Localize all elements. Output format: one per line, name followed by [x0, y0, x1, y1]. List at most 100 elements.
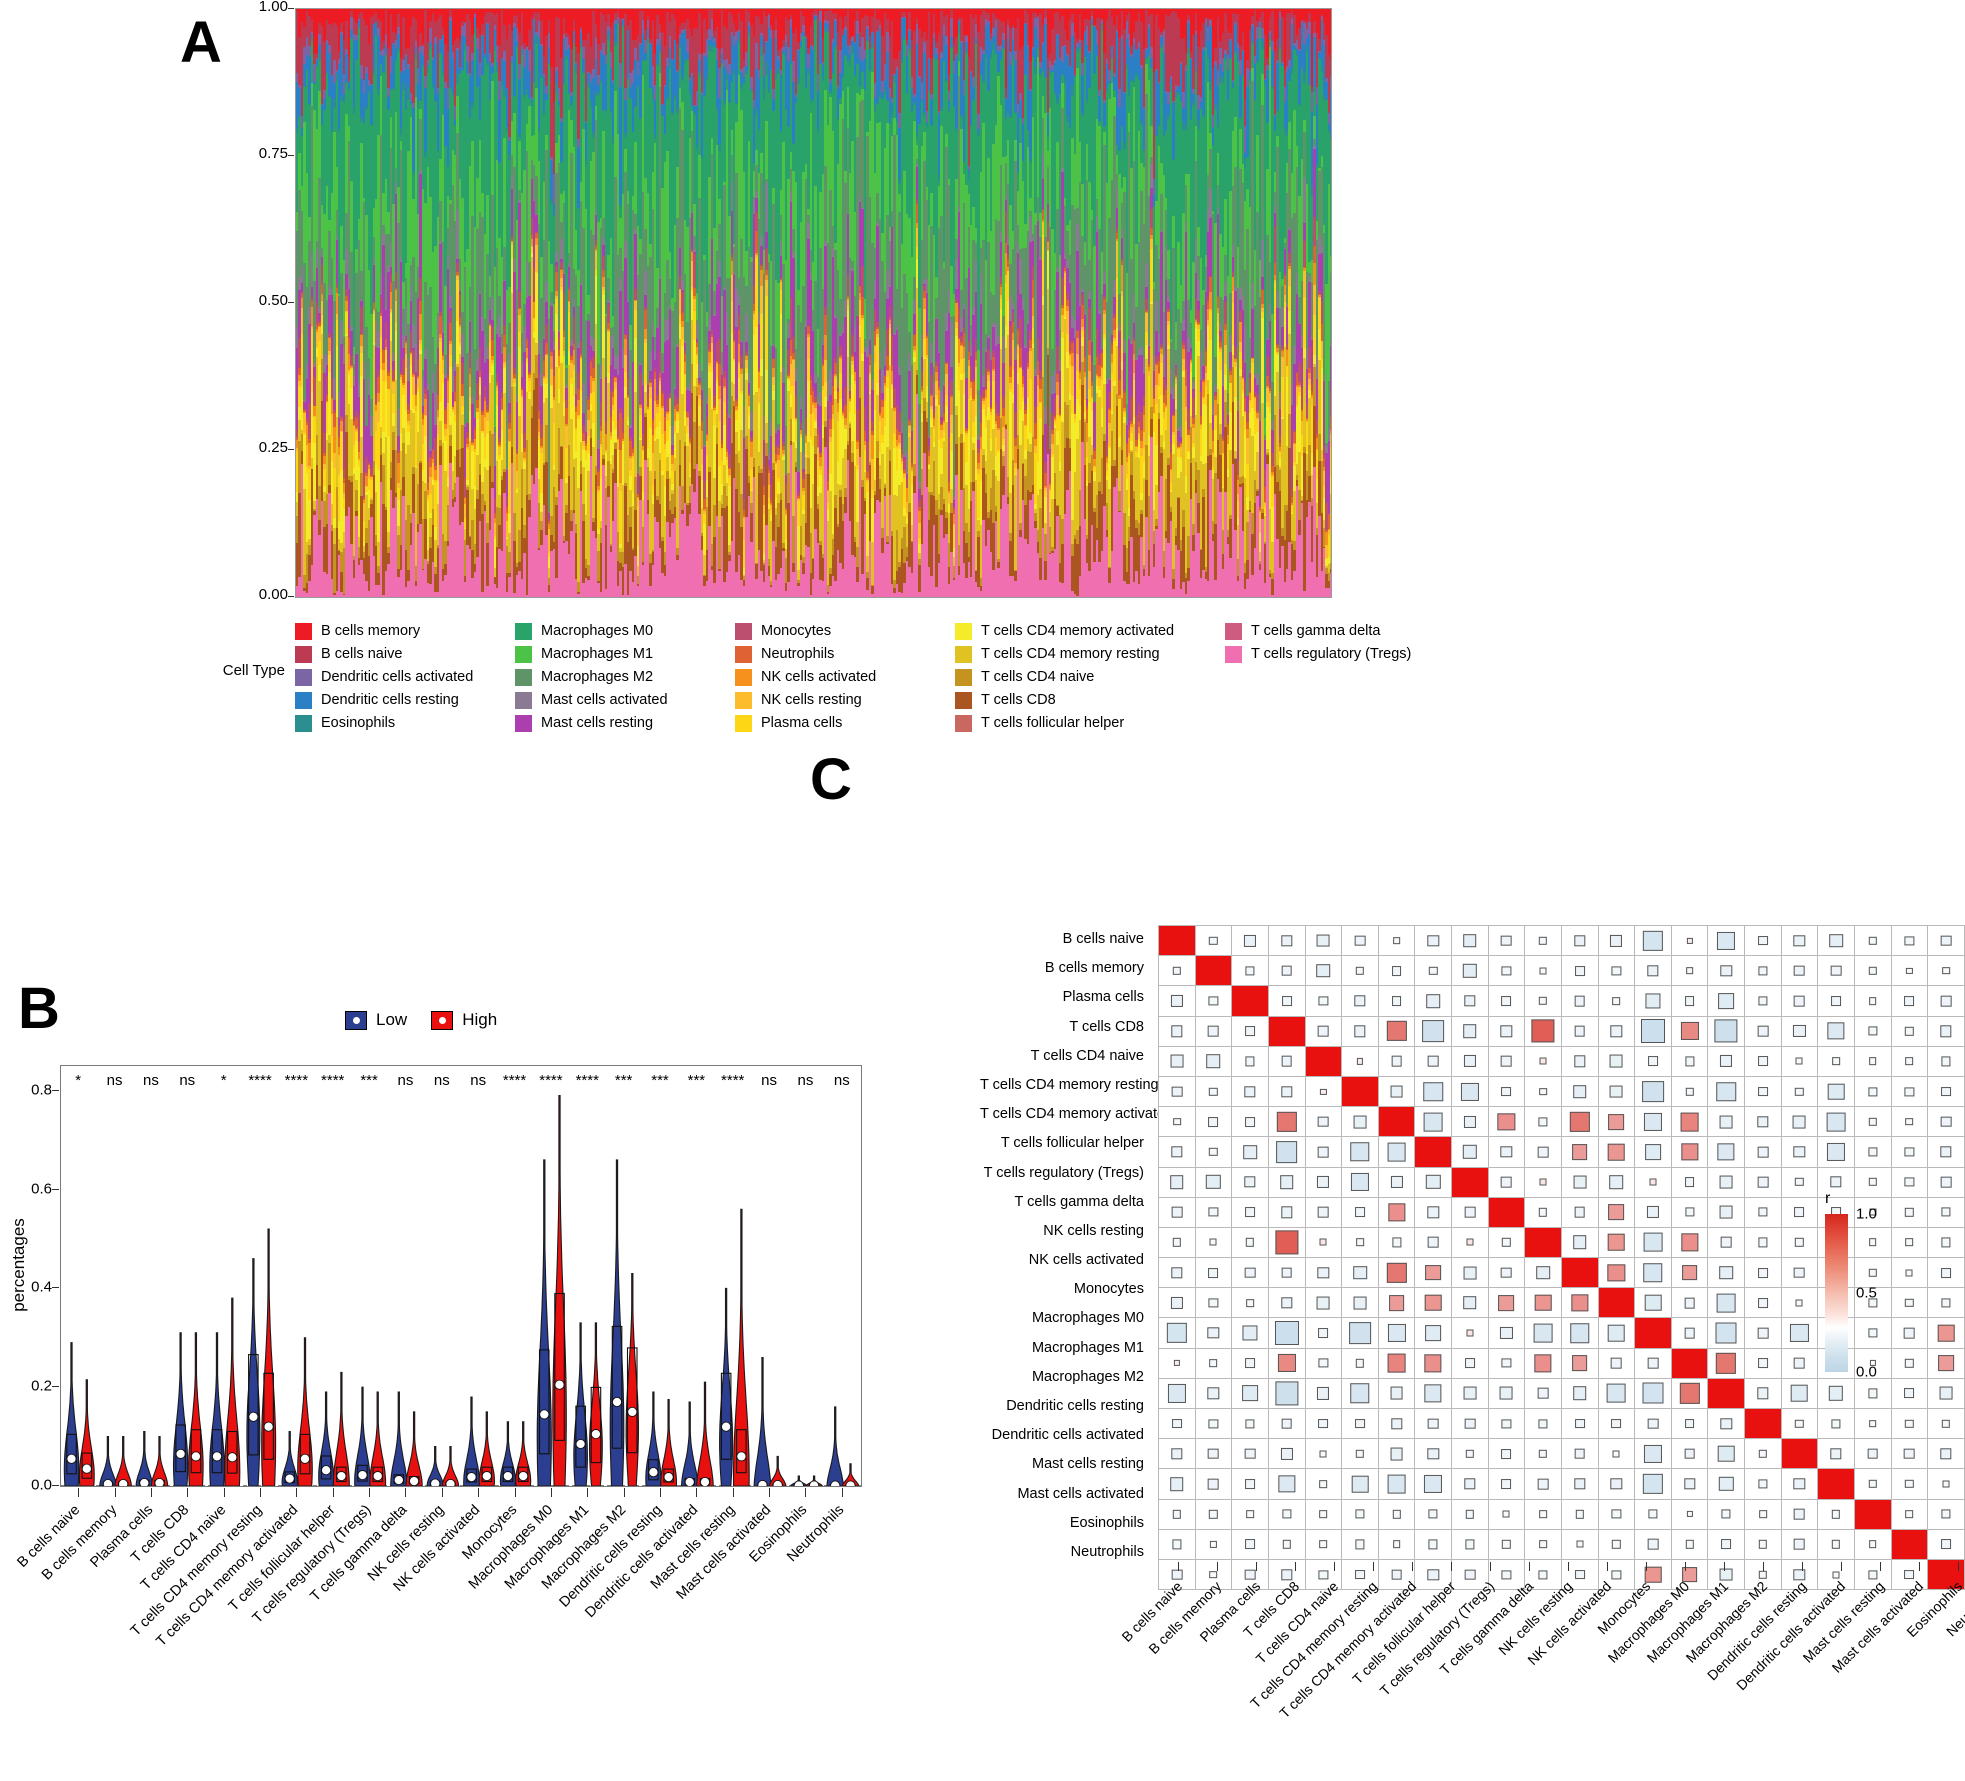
panel-c-row — [1158, 1075, 1965, 1108]
legend-item: Macrophages M0 — [515, 620, 668, 642]
panel-c-cell — [1414, 1498, 1452, 1530]
panel-c-cell — [1597, 1468, 1636, 1500]
panel-c-cell — [1634, 1528, 1672, 1560]
panel-c-cell — [1451, 1136, 1489, 1168]
panel-c-cell — [1707, 1347, 1745, 1379]
panel-c-cell — [1487, 1407, 1526, 1440]
panel-c-cell — [1744, 1106, 1782, 1138]
panel-c-cell — [1817, 1528, 1855, 1560]
panel-c-cell — [1304, 1136, 1343, 1168]
panel-b-tick-mark — [52, 1386, 59, 1388]
legend-swatch — [735, 714, 752, 732]
panel-c-cell-diagonal — [1267, 1015, 1306, 1047]
panel-c-cell — [1560, 1075, 1599, 1108]
panel-c-row — [1158, 1528, 1965, 1560]
panel-b-x-axis-labels: B cells naive B cells memory Plasma cells T… — [15, 1488, 860, 1778]
panel-c-cell — [1158, 1196, 1196, 1228]
panel-c-cell — [1304, 1377, 1343, 1410]
panel-c-cell — [1853, 1015, 1892, 1047]
significance-marker: ns — [142, 1072, 159, 1089]
panel-c-row-label: NK cells activated — [1028, 1252, 1144, 1269]
panel-c-row — [1158, 1377, 1965, 1410]
legend-swatch — [295, 714, 312, 732]
panel-c-cell — [1634, 1468, 1672, 1500]
panel-c-cell — [1853, 985, 1892, 1017]
panel-c-cell — [1341, 1166, 1379, 1198]
legend-swatch — [955, 714, 972, 732]
panel-c-cell — [1670, 1075, 1709, 1108]
legend-swatch — [955, 668, 972, 686]
panel-c-cell — [1780, 1015, 1819, 1047]
panel-c-cell — [1267, 1347, 1306, 1379]
panel-c-cell — [1853, 1045, 1892, 1077]
panel-c-cell — [1560, 1136, 1599, 1168]
panel-c-cell — [1267, 1226, 1306, 1259]
panel-c-cell — [1744, 1257, 1782, 1289]
panel-b-y-ticks: 0.0 0.2 0.4 0.6 0.8 — [0, 1065, 59, 1494]
panel-c-cell — [1194, 1377, 1233, 1410]
panel-c-cell — [1158, 1106, 1196, 1138]
panel-a-y-tick: 0.75 — [258, 145, 288, 162]
panel-c-cell — [1780, 1106, 1819, 1138]
panel-c-cell — [1304, 1317, 1343, 1349]
legend-label: T cells regulatory (Tregs) — [1251, 646, 1412, 662]
panel-c-col-tick — [1957, 1562, 1959, 1571]
panel-c-cell — [1890, 1015, 1929, 1047]
panel-c-cell — [1414, 924, 1452, 957]
panel-c-cell — [1158, 955, 1196, 987]
panel-c-cell — [1744, 1075, 1782, 1108]
panel-c-cell — [1304, 1106, 1343, 1138]
significance-marker: ns — [179, 1072, 196, 1089]
panel-c-cell — [1414, 1196, 1452, 1228]
significance-marker: **** — [321, 1072, 345, 1089]
panel-c-cell — [1304, 985, 1343, 1017]
panel-b-x-tick — [660, 1488, 661, 1497]
panel-c-cell — [1377, 1498, 1416, 1530]
legend-item: B cells naive — [295, 643, 473, 665]
panel-c-cell — [1194, 1196, 1233, 1228]
panel-c-cell — [1341, 924, 1379, 957]
panel-c-cell — [1780, 1226, 1819, 1259]
panel-c-column-labels: B cells naive B cells memory Plasma cells T… — [1118, 1562, 1965, 1780]
panel-c-cell — [1231, 1106, 1269, 1138]
panel-c-cell — [1414, 955, 1452, 987]
panel-c-row — [1158, 1015, 1965, 1047]
panel-c-cell — [1670, 1498, 1709, 1530]
panel-c-cell — [1890, 1347, 1929, 1379]
panel-c-col-tick — [1723, 1562, 1725, 1571]
panel-c-cell — [1670, 1015, 1709, 1047]
panel-b-x-tick — [696, 1488, 698, 1497]
panel-c-cell — [1231, 1075, 1269, 1108]
panel-c-cell — [1744, 1136, 1782, 1168]
panel-c-row-labels: B cells naive B cells memory Plasma cells T… — [980, 925, 1173, 1567]
panel-c-cell-diagonal — [1414, 1136, 1452, 1168]
panel-c-cell — [1414, 1226, 1452, 1259]
panel-c-cell — [1597, 1528, 1636, 1560]
panel-c-cell-diagonal — [1194, 955, 1233, 987]
panel-c-cell — [1231, 1498, 1269, 1530]
legend-item: Dendritic cells activated — [295, 666, 473, 688]
panel-c-cell — [1707, 1045, 1745, 1077]
legend-item: T cells regulatory (Tregs) — [1225, 643, 1411, 665]
panel-b-x-tick — [550, 1488, 552, 1497]
panel-c-cell — [1231, 955, 1269, 987]
panel-c-cell — [1780, 1347, 1819, 1379]
panel-c-cell — [1597, 1317, 1636, 1349]
panel-c-cell-diagonal — [1780, 1438, 1819, 1470]
legend-item: T cells gamma delta — [1225, 620, 1411, 642]
panel-c-cell — [1597, 1106, 1636, 1138]
panel-c-row-label: Plasma cells — [1062, 989, 1144, 1006]
panel-c-cell — [1524, 1075, 1562, 1108]
panel-c-cell — [1560, 1498, 1599, 1530]
panel-c-row — [1158, 1045, 1965, 1077]
legend-swatch — [955, 645, 972, 663]
panel-b-x-tick — [478, 1488, 480, 1497]
panel-c-cell — [1890, 924, 1929, 957]
panel-a-tick-mark — [288, 8, 294, 9]
panel-c-cell — [1267, 1407, 1306, 1440]
panel-c-cell — [1560, 1226, 1599, 1259]
panel-c-cell — [1707, 1196, 1745, 1228]
panel-b-y-tick: 0.4 — [31, 1278, 52, 1296]
panel-c-cell — [1267, 955, 1306, 987]
panel-c-r-tick: 0.0 — [1856, 1363, 1877, 1381]
